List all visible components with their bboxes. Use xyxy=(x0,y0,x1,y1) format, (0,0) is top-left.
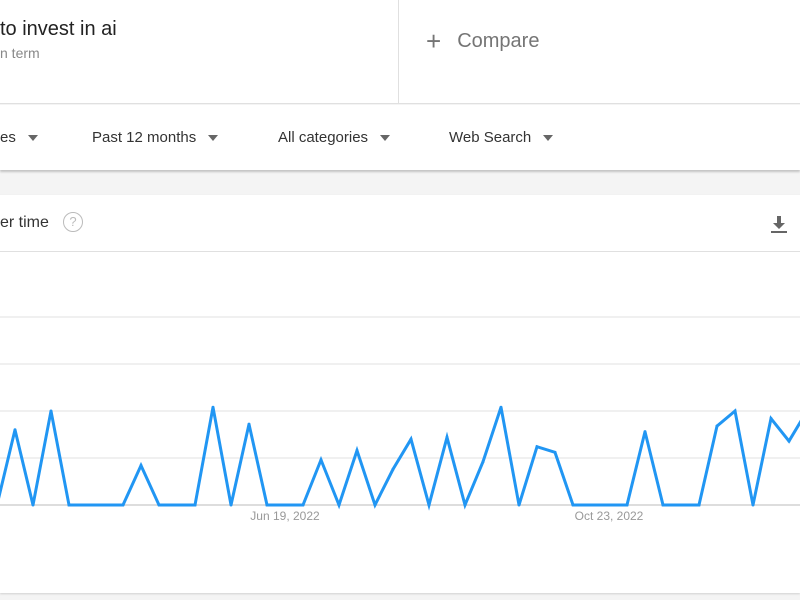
data-point[interactable] xyxy=(193,503,197,507)
data-point[interactable] xyxy=(625,503,629,507)
data-point[interactable] xyxy=(607,503,611,507)
data-point[interactable] xyxy=(499,405,503,409)
data-point[interactable] xyxy=(175,503,179,507)
data-point[interactable] xyxy=(427,503,431,507)
compare-label: Compare xyxy=(457,29,540,52)
data-point[interactable] xyxy=(463,503,467,507)
category-filter-label: All categories xyxy=(278,129,369,146)
line-chart: Jun 19, 2022 Oct 23, 2022 xyxy=(0,316,800,523)
data-point[interactable] xyxy=(643,430,647,434)
data-point[interactable] xyxy=(67,503,71,507)
data-point[interactable] xyxy=(31,503,35,507)
data-point[interactable] xyxy=(481,460,485,464)
data-point[interactable] xyxy=(679,503,683,507)
time-range-filter-label: Past 12 months xyxy=(92,129,197,146)
data-point[interactable] xyxy=(319,458,323,462)
compare-button[interactable]: + Compare xyxy=(426,28,539,54)
caret-down-icon xyxy=(543,134,554,141)
filter-bar: es Past 12 months All categories Web Sea… xyxy=(0,105,800,170)
search-type-filter-label: Web Search xyxy=(449,129,532,146)
data-point[interactable] xyxy=(769,417,773,421)
data-point[interactable] xyxy=(517,503,521,507)
x-tick-label: Jun 19, 2022 xyxy=(250,509,320,523)
caret-down-icon xyxy=(208,134,219,141)
data-point[interactable] xyxy=(157,503,161,507)
data-point[interactable] xyxy=(553,450,557,454)
data-point[interactable] xyxy=(373,503,377,507)
caret-down-icon xyxy=(27,134,38,141)
search-type-filter[interactable]: Web Search xyxy=(449,129,554,146)
search-term-title[interactable]: to invest in ai xyxy=(0,18,117,41)
data-point[interactable] xyxy=(661,503,665,507)
data-point[interactable] xyxy=(121,503,125,507)
x-tick-label: Oct 23, 2022 xyxy=(575,509,644,523)
data-point[interactable] xyxy=(697,503,701,507)
interest-over-time-card: er time ? Jun 19, 2022 Oct 23, 2022 xyxy=(0,195,800,593)
data-point[interactable] xyxy=(301,503,305,507)
data-point[interactable] xyxy=(283,503,287,507)
data-point[interactable] xyxy=(139,464,143,468)
data-point[interactable] xyxy=(589,503,593,507)
data-point[interactable] xyxy=(751,503,755,507)
data-point[interactable] xyxy=(229,503,233,507)
search-term-panel: to invest in ai n term + Compare xyxy=(0,0,800,104)
category-filter[interactable]: All categories xyxy=(278,129,391,146)
data-point[interactable] xyxy=(733,409,737,413)
data-point[interactable] xyxy=(391,467,395,471)
region-filter-label: es xyxy=(0,129,16,146)
data-point[interactable] xyxy=(13,428,17,432)
series-line xyxy=(0,406,800,511)
data-point[interactable] xyxy=(445,435,449,439)
data-point[interactable] xyxy=(247,422,251,426)
data-point[interactable] xyxy=(715,424,719,428)
plus-icon: + xyxy=(426,26,442,56)
data-point[interactable] xyxy=(535,445,539,449)
data-point[interactable] xyxy=(85,503,89,507)
data-point[interactable] xyxy=(409,437,413,441)
data-point[interactable] xyxy=(571,503,575,507)
caret-down-icon xyxy=(380,134,391,141)
data-point[interactable] xyxy=(49,409,53,413)
data-point[interactable] xyxy=(211,405,215,409)
time-range-filter[interactable]: Past 12 months xyxy=(92,129,219,146)
data-point[interactable] xyxy=(337,503,341,507)
divider xyxy=(398,0,399,104)
region-filter[interactable]: es xyxy=(0,129,38,146)
data-point[interactable] xyxy=(355,448,359,452)
data-point[interactable] xyxy=(787,439,791,443)
data-point[interactable] xyxy=(103,503,107,507)
search-term-subtitle: n term xyxy=(0,45,40,61)
data-point[interactable] xyxy=(265,503,269,507)
